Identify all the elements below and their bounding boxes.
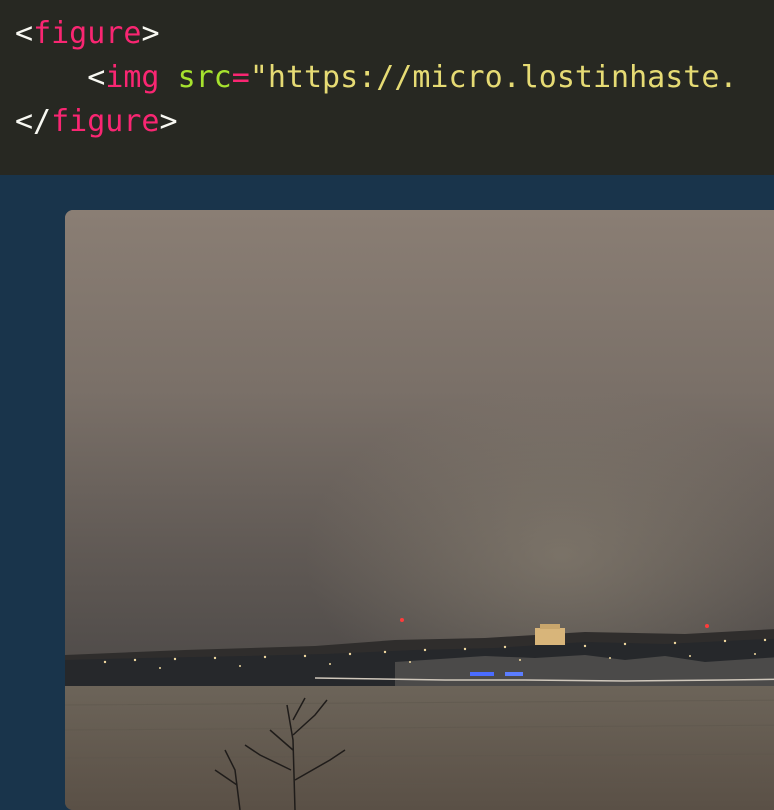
code-content: <figure> <img src="https://micro.lostinh… [15, 12, 737, 144]
code-line: <figure> [15, 12, 737, 56]
code-token-punct [160, 60, 178, 95]
code-line: <img src="https://micro.lostinhaste. [15, 56, 737, 100]
code-line: </figure> [15, 100, 737, 144]
code-token-punct: < [15, 16, 34, 51]
code-token-punct: < [15, 60, 106, 95]
code-token-tag: figure [51, 104, 160, 139]
night-landscape-photo [65, 210, 774, 810]
code-block: <figure> <img src="https://micro.lostinh… [0, 0, 774, 175]
code-token-punct: > [159, 104, 178, 139]
code-token-eq: = [231, 60, 250, 95]
code-token-punct: > [141, 16, 160, 51]
rendered-preview [0, 175, 774, 810]
code-token-punct: </ [15, 104, 52, 139]
figure-image[interactable] [65, 210, 774, 810]
code-token-attr: src [177, 60, 232, 95]
code-token-tag: img [105, 60, 160, 95]
code-token-str: "https://micro.lostinhaste. [249, 60, 738, 95]
code-token-tag: figure [33, 16, 142, 51]
